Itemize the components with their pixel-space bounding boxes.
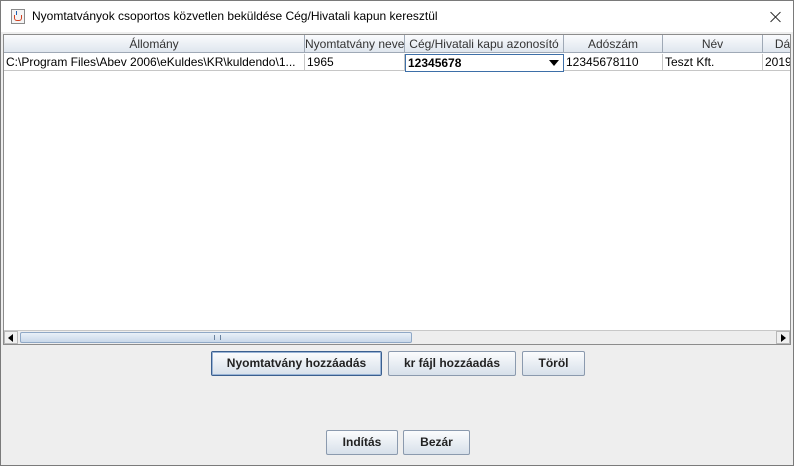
cell-date[interactable]: 2019 <box>763 54 790 71</box>
start-button[interactable]: Indítás <box>326 430 398 455</box>
dialog-window: Nyomtatványok csoportos közvetlen beküld… <box>0 0 794 466</box>
table-header: Állomány Nyomtatvány neve Cég/Hivatali k… <box>4 35 790 54</box>
gateway-id-value: 12345678 <box>408 56 462 70</box>
column-header-gateway-id[interactable]: Cég/Hivatali kapu azonosító <box>405 35 564 53</box>
add-form-button[interactable]: Nyomtatvány hozzáadás <box>211 351 382 376</box>
add-kr-file-button[interactable]: kr fájl hozzáadás <box>388 351 516 376</box>
cell-tax-number[interactable]: 12345678110 <box>564 54 663 71</box>
delete-button[interactable]: Töröl <box>522 351 585 376</box>
scrollbar-thumb[interactable] <box>20 332 412 343</box>
scroll-left-icon[interactable] <box>4 331 18 344</box>
cell-file[interactable]: C:\Program Files\Abev 2006\eKuldes\KR\ku… <box>4 54 305 71</box>
column-header-name[interactable]: Név <box>663 35 763 53</box>
forms-table: Állomány Nyomtatvány neve Cég/Hivatali k… <box>3 34 791 345</box>
close-icon[interactable] <box>759 1 793 32</box>
column-header-form-name[interactable]: Nyomtatvány neve <box>305 35 405 53</box>
table-row[interactable]: C:\Program Files\Abev 2006\eKuldes\KR\ku… <box>4 54 790 72</box>
cell-form-name[interactable]: 1965 <box>305 54 405 71</box>
java-app-icon <box>11 9 25 24</box>
column-header-tax-number[interactable]: Adószám <box>564 35 663 53</box>
title-bar: Nyomtatványok csoportos közvetlen beküld… <box>1 1 793 32</box>
column-header-file[interactable]: Állomány <box>4 35 305 53</box>
chevron-down-icon[interactable] <box>545 55 563 71</box>
gateway-id-select[interactable]: 12345678 <box>405 54 564 72</box>
cell-name[interactable]: Teszt Kft. <box>663 54 763 71</box>
column-header-date[interactable]: Dá <box>763 35 790 53</box>
window-title: Nyomtatványok csoportos közvetlen beküld… <box>32 9 438 23</box>
close-button[interactable]: Bezár <box>403 430 470 455</box>
horizontal-scrollbar[interactable] <box>4 330 790 344</box>
scroll-right-icon[interactable] <box>776 331 790 344</box>
